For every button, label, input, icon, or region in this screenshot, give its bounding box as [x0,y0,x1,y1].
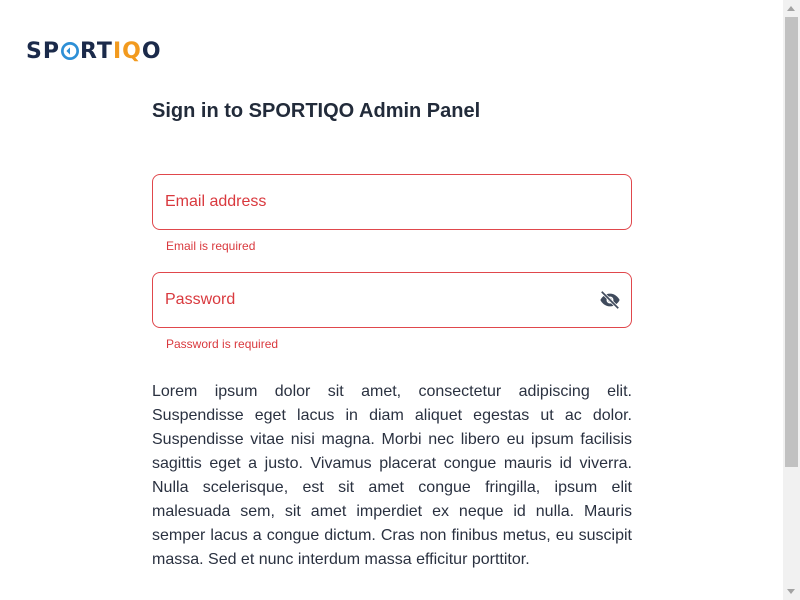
description-text: Lorem ipsum dolor sit amet, consectetur … [152,383,632,568]
password-field-box [152,272,632,328]
scroll-down-arrow-icon[interactable] [783,583,800,600]
password-input[interactable] [165,285,585,315]
page-title: Sign in to SPORTIQO Admin Panel [152,100,481,122]
logo-text-middle: RT [79,38,113,64]
login-form: Sign in to SPORTIQO Admin Panel Email is… [152,96,632,572]
logo-text-accent: IQ [112,38,142,64]
password-group: Password is required [152,272,632,351]
email-error: Email is required [166,239,256,253]
sportiqo-logo[interactable]: SP RT IQ O [26,38,162,64]
logo-text-prefix: SP [26,38,60,64]
scrollbar-thumb[interactable] [785,17,798,467]
eye-off-icon[interactable] [599,289,621,311]
password-error: Password is required [166,337,279,351]
scroll-up-arrow-icon[interactable] [783,0,800,17]
email-field-box [152,174,632,230]
login-page: SP RT IQ O Sign in to SPORTIQO Admin Pan… [0,0,800,600]
email-group: Email is required [152,174,632,253]
logo-text-suffix: O [141,38,162,64]
vertical-scrollbar[interactable] [783,0,800,600]
email-input[interactable] [165,187,585,217]
logo-mark-icon [60,42,79,60]
